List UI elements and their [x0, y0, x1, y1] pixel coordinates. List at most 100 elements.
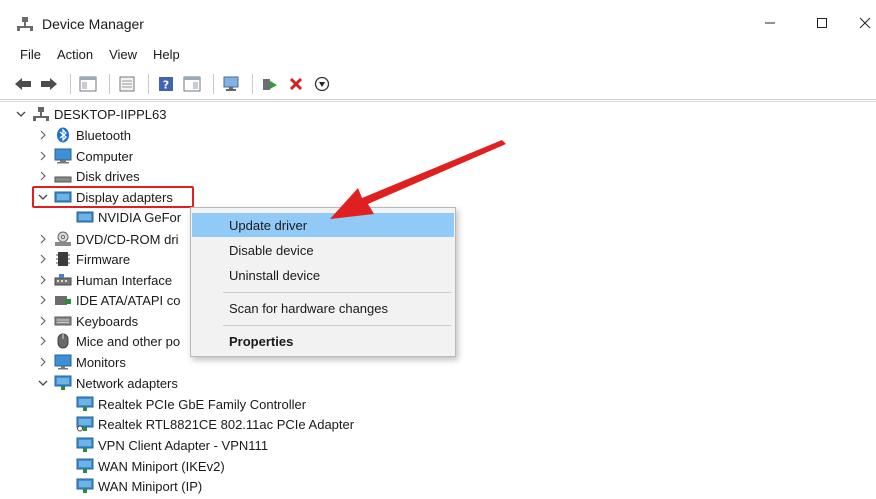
properties-pane-icon [79, 76, 97, 91]
chevron-right-icon[interactable] [36, 249, 50, 269]
chevron-right-icon[interactable] [36, 270, 50, 290]
tree-root-label: DESKTOP-IIPPL63 [54, 106, 167, 122]
chevron-down-icon[interactable] [36, 373, 50, 393]
tree-item-hid[interactable]: Human Interface [36, 270, 172, 290]
chevron-right-icon[interactable] [36, 311, 50, 331]
tree-item-keyboards[interactable]: Keyboards [36, 311, 138, 331]
tree-root[interactable]: DESKTOP-IIPPL63 [14, 104, 166, 124]
chevron-right-icon[interactable] [36, 352, 50, 372]
action-pane-button[interactable] [181, 73, 203, 95]
tree-item-network-adapters[interactable]: Network adapters [36, 373, 178, 393]
tree-item-label: Realtek PCIe GbE Family Controller [98, 396, 307, 412]
tree-item-label: Disk drives [76, 168, 140, 184]
show-hide-console-tree-button[interactable] [77, 73, 99, 95]
network-icon [76, 458, 94, 474]
enable-device-button[interactable] [259, 73, 281, 95]
forward-button[interactable] [38, 73, 60, 95]
tree-item-wan-ip[interactable]: WAN Miniport (IP) [58, 476, 202, 496]
menu-file[interactable]: File [18, 44, 49, 68]
chevron-right-icon[interactable] [36, 290, 50, 310]
computer-icon [54, 148, 72, 164]
context-menu-separator [223, 325, 451, 326]
tree-item-mice[interactable]: Mice and other po [36, 331, 180, 351]
chevron-right-icon[interactable] [36, 331, 50, 351]
context-menu-uninstall-device[interactable]: Uninstall device [192, 263, 454, 287]
disk-drive-icon [54, 168, 72, 184]
device-manager-icon [17, 17, 33, 31]
network-icon [76, 396, 94, 412]
tree-item-bluetooth[interactable]: Bluetooth [36, 125, 131, 145]
display-adapter-icon [76, 209, 94, 225]
chevron-right-icon[interactable] [36, 229, 50, 249]
view-pane-icon [183, 76, 201, 91]
tree-item-dvd[interactable]: DVD/CD-ROM dri [36, 229, 179, 249]
device-manager-window: Device Manager File Action View Help ? D… [0, 0, 876, 499]
firmware-icon [54, 251, 72, 267]
update-driver-button[interactable] [311, 73, 333, 95]
chevron-right-icon[interactable] [36, 166, 50, 186]
tree-item-label: Human Interface [76, 272, 173, 288]
annotation-highlight-box [32, 186, 194, 208]
tree-item-vpn[interactable]: VPN Client Adapter - VPN111 [58, 435, 268, 455]
scan-hardware-button[interactable] [220, 73, 242, 95]
menu-action[interactable]: Action [55, 44, 101, 68]
hid-icon [54, 272, 72, 288]
menu-help[interactable]: Help [151, 44, 188, 68]
tree-item-wan-ikev2[interactable]: WAN Miniport (IKEv2) [58, 456, 225, 476]
tree-item-realtek-wifi[interactable]: Realtek RTL8821CE 802.11ac PCIe Adapter [58, 414, 354, 434]
tree-item-label: Computer [76, 148, 134, 164]
title-bar: Device Manager [0, 0, 876, 44]
tree-item-label: IDE ATA/ATAPI co [76, 292, 181, 308]
mouse-icon [54, 333, 72, 349]
tree-item-label: Monitors [76, 354, 126, 370]
maximize-icon [817, 18, 827, 28]
back-arrow-icon [15, 77, 31, 90]
context-menu-disable-device[interactable]: Disable device [192, 238, 454, 262]
enable-device-icon [263, 78, 277, 90]
toolbar-separator [70, 73, 71, 94]
tree-item-label: WAN Miniport (IP) [98, 478, 203, 494]
close-button[interactable] [850, 8, 876, 38]
keyboard-icon [54, 313, 72, 329]
forward-arrow-icon [41, 77, 57, 90]
dvd-icon [54, 231, 72, 247]
context-menu-properties[interactable]: Properties [192, 329, 454, 353]
toolbar-separator [252, 73, 253, 94]
tree-item-monitors[interactable]: Monitors [36, 352, 126, 372]
monitor-icon [54, 354, 72, 370]
minimize-button[interactable] [750, 8, 790, 38]
network-icon [76, 478, 94, 494]
properties-button[interactable] [116, 73, 138, 95]
tree-item-label: NVIDIA GeFor [98, 209, 182, 225]
context-menu: Update driver Disable device Uninstall d… [190, 207, 456, 357]
window-title: Device Manager [42, 16, 144, 32]
network-icon [76, 437, 94, 453]
monitor-scan-icon [223, 76, 239, 91]
back-button[interactable] [12, 73, 34, 95]
update-driver-down-icon [314, 76, 330, 91]
context-menu-update-driver[interactable]: Update driver [192, 213, 454, 237]
tree-item-ide[interactable]: IDE ATA/ATAPI co [36, 290, 181, 310]
svg-text:?: ? [163, 78, 169, 91]
chevron-right-icon[interactable] [36, 146, 50, 166]
device-list-icon [119, 76, 135, 91]
chevron-right-icon[interactable] [36, 125, 50, 145]
toolbar-separator [213, 73, 214, 94]
maximize-button[interactable] [802, 8, 842, 38]
tree-item-realtek-gbe[interactable]: Realtek PCIe GbE Family Controller [58, 394, 306, 414]
help-button[interactable]: ? [155, 73, 177, 95]
tree-item-computer[interactable]: Computer [36, 146, 133, 166]
toolbar-separator [148, 73, 149, 94]
tree-item-firmware[interactable]: Firmware [36, 249, 130, 269]
menu-view[interactable]: View [107, 44, 145, 68]
menu-bar: File Action View Help [0, 44, 194, 68]
tree-item-disk-drives[interactable]: Disk drives [36, 166, 140, 186]
tree-item-nvidia[interactable]: NVIDIA GeFor [58, 207, 181, 227]
uninstall-device-button[interactable] [285, 73, 307, 95]
context-menu-scan-hardware[interactable]: Scan for hardware changes [192, 296, 454, 320]
chevron-down-icon[interactable] [14, 104, 28, 124]
